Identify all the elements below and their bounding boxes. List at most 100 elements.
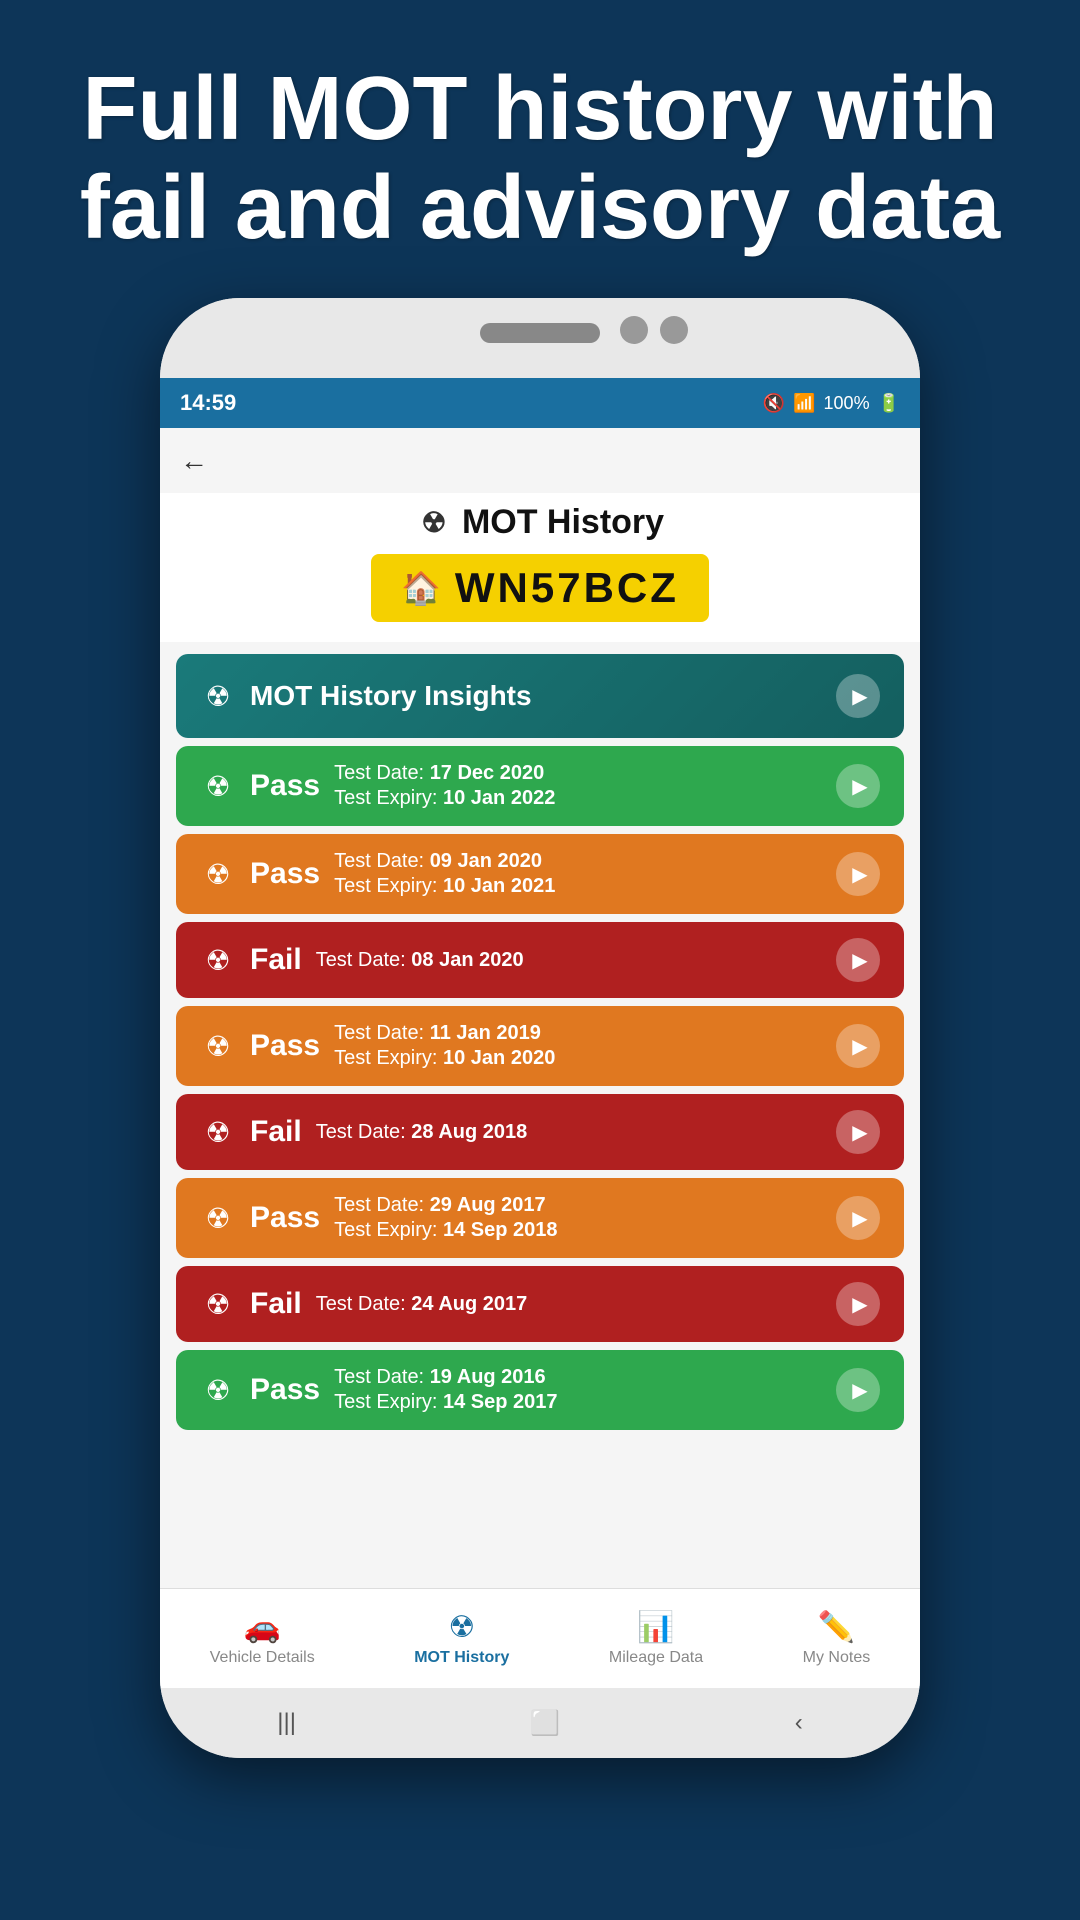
- mot-play-btn-4[interactable]: ▶: [836, 1110, 880, 1154]
- content-area: ☢ MOT History Insights ▶ ☢PassTest Date:…: [160, 642, 920, 1588]
- gesture-lines: |||: [277, 1709, 296, 1737]
- mot-hazard-icon-2: ☢: [200, 942, 236, 978]
- mot-play-btn-7[interactable]: ▶: [836, 1368, 880, 1412]
- back-bar: ←: [160, 428, 920, 493]
- mot-expiry-date-5: Test Expiry: 14 Sep 2018: [334, 1219, 557, 1242]
- mot-expiry-date-0: Test Expiry: 10 Jan 2022: [334, 787, 555, 810]
- mot-row-left-1: ☢PassTest Date: 09 Jan 2020Test Expiry: …: [200, 850, 555, 898]
- mot-test-date-4: Test Date: 28 Aug 2018: [316, 1121, 528, 1144]
- mot-play-icon-6: ▶: [852, 1292, 867, 1317]
- nav-mileage-icon: 📊: [637, 1610, 674, 1645]
- mot-row-1[interactable]: ☢PassTest Date: 09 Jan 2020Test Expiry: …: [176, 834, 904, 914]
- mot-status-2: Fail: [250, 943, 302, 977]
- battery-icon: 🔋: [878, 393, 900, 414]
- mot-hazard-icon-5: ☢: [200, 1200, 236, 1236]
- garage-icon: 🏠: [401, 569, 441, 607]
- mot-row-left-5: ☢PassTest Date: 29 Aug 2017Test Expiry: …: [200, 1194, 558, 1242]
- mot-row-5[interactable]: ☢PassTest Date: 29 Aug 2017Test Expiry: …: [176, 1178, 904, 1258]
- mot-status-3: Pass: [250, 1029, 320, 1063]
- mot-play-btn-6[interactable]: ▶: [836, 1282, 880, 1326]
- insights-play-icon: ▶: [852, 684, 867, 709]
- mot-dates-4: Test Date: 28 Aug 2018: [316, 1121, 528, 1144]
- mot-hazard-icon-7: ☢: [200, 1372, 236, 1408]
- title-hazard-icon: ☢: [416, 505, 452, 541]
- mot-play-icon-4: ▶: [852, 1120, 867, 1145]
- insights-label: MOT History Insights: [250, 680, 532, 712]
- mot-test-date-0: Test Date: 17 Dec 2020: [334, 762, 555, 785]
- insights-left: ☢ MOT History Insights: [200, 678, 532, 714]
- mot-row-3[interactable]: ☢ Pass Test Date: 11 Jan 2019Test Expiry: …: [176, 1006, 904, 1086]
- mot-test-date-1: Test Date: 09 Jan 2020: [334, 850, 555, 873]
- plate-number: WN57BCZ: [455, 564, 679, 612]
- nav-mileage-data[interactable]: 📊 Mileage Data: [609, 1610, 703, 1667]
- mot-dates-3: Test Date: 11 Jan 2019Test Expiry: 10 Ja…: [334, 1022, 555, 1070]
- mot-row-left-2: ☢ Fail Test Date: 08 Jan 2020: [200, 942, 524, 978]
- battery-text: 100%: [824, 393, 870, 414]
- mot-test-date-2: Test Date: 08 Jan 2020: [316, 949, 524, 972]
- camera-2: [660, 316, 688, 344]
- mot-test-date-6: Test Date: 24 Aug 2017: [316, 1293, 528, 1316]
- plate-badge: 🏠 WN57BCZ: [371, 554, 709, 622]
- mot-test-date-5: Test Date: 29 Aug 2017: [334, 1194, 557, 1217]
- mot-row-7[interactable]: ☢ Pass Test Date: 19 Aug 2016Test Expiry: …: [176, 1350, 904, 1430]
- phone-frame: 14:59 🔇 📶 100% 🔋 ← ☢ MOT History 🏠 WN57B…: [160, 298, 920, 1758]
- mot-row-2[interactable]: ☢ Fail Test Date: 08 Jan 2020 ▶: [176, 922, 904, 998]
- mot-test-date-7: Test Date: 19 Aug 2016: [334, 1366, 557, 1389]
- phone-top: [160, 298, 920, 378]
- mot-row-left-6: ☢FailTest Date: 24 Aug 2017: [200, 1286, 527, 1322]
- status-icons: 🔇 📶 100% 🔋: [763, 393, 900, 414]
- nav-vehicle-details[interactable]: 🚗 Vehicle Details: [210, 1610, 315, 1667]
- mot-status-1: Pass: [250, 857, 320, 891]
- page-headline: Full MOT history with fail and advisory …: [60, 60, 1020, 258]
- mot-hazard-icon-1: ☢: [200, 856, 236, 892]
- page-header: Full MOT history with fail and advisory …: [0, 0, 1080, 298]
- insights-hazard-icon: ☢: [200, 678, 236, 714]
- title-area: ☢ MOT History 🏠 WN57BCZ: [160, 493, 920, 642]
- mot-row-4[interactable]: ☢FailTest Date: 28 Aug 2018▶: [176, 1094, 904, 1170]
- screen: ← ☢ MOT History 🏠 WN57BCZ ☢ MOT History …: [160, 428, 920, 1688]
- nav-my-notes[interactable]: ✏️ My Notes: [803, 1610, 871, 1667]
- gesture-back: ‹: [795, 1709, 803, 1737]
- mot-hazard-icon-3: ☢: [200, 1028, 236, 1064]
- mot-expiry-date-7: Test Expiry: 14 Sep 2017: [334, 1391, 557, 1414]
- status-bar: 14:59 🔇 📶 100% 🔋: [160, 378, 920, 428]
- mot-play-icon-2: ▶: [852, 948, 867, 973]
- nav-mot-icon: ☢: [448, 1610, 475, 1645]
- phone-bottom: ||| ⬜ ‹: [160, 1688, 920, 1758]
- screen-title-text: MOT History: [462, 503, 664, 542]
- mot-play-icon-5: ▶: [852, 1206, 867, 1231]
- mot-play-btn-3[interactable]: ▶: [836, 1024, 880, 1068]
- mot-row-6[interactable]: ☢FailTest Date: 24 Aug 2017 ▶: [176, 1266, 904, 1342]
- mot-play-btn-1[interactable]: ▶: [836, 852, 880, 896]
- mot-status-0: Pass: [250, 769, 320, 803]
- mot-dates-6: Test Date: 24 Aug 2017: [316, 1293, 528, 1316]
- mot-dates-7: Test Date: 19 Aug 2016Test Expiry: 14 Se…: [334, 1366, 557, 1414]
- screen-title: ☢ MOT History: [416, 503, 664, 542]
- mot-row-0[interactable]: ☢ Pass Test Date: 17 Dec 2020Test Expiry: …: [176, 746, 904, 826]
- wifi-icon: 📶: [793, 393, 815, 414]
- mot-play-btn-0[interactable]: ▶: [836, 764, 880, 808]
- status-time: 14:59: [180, 390, 236, 416]
- mute-icon: 🔇: [763, 393, 785, 414]
- mot-dates-5: Test Date: 29 Aug 2017Test Expiry: 14 Se…: [334, 1194, 557, 1242]
- mot-hazard-icon-0: ☢: [200, 768, 236, 804]
- mot-dates-0: Test Date: 17 Dec 2020Test Expiry: 10 Ja…: [334, 762, 555, 810]
- mot-play-btn-5[interactable]: ▶: [836, 1196, 880, 1240]
- mot-status-7: Pass: [250, 1373, 320, 1407]
- mot-expiry-date-3: Test Expiry: 10 Jan 2020: [334, 1047, 555, 1070]
- nav-vehicle-icon: 🚗: [244, 1610, 281, 1645]
- mot-row-left-0: ☢ Pass Test Date: 17 Dec 2020Test Expiry: …: [200, 762, 555, 810]
- mot-play-icon-1: ▶: [852, 862, 867, 887]
- gesture-square: ⬜: [530, 1709, 560, 1738]
- insights-play-button[interactable]: ▶: [836, 674, 880, 718]
- back-button[interactable]: ←: [180, 445, 208, 477]
- camera-1: [620, 316, 648, 344]
- mot-hazard-icon-6: ☢: [200, 1286, 236, 1322]
- mot-play-btn-2[interactable]: ▶: [836, 938, 880, 982]
- nav-notes-label: My Notes: [803, 1649, 871, 1667]
- mot-dates-2: Test Date: 08 Jan 2020: [316, 949, 524, 972]
- mot-status-4: Fail: [250, 1115, 302, 1149]
- nav-mot-label: MOT History: [414, 1649, 509, 1667]
- nav-mot-history[interactable]: ☢ MOT History: [414, 1610, 509, 1667]
- insights-banner[interactable]: ☢ MOT History Insights ▶: [176, 654, 904, 738]
